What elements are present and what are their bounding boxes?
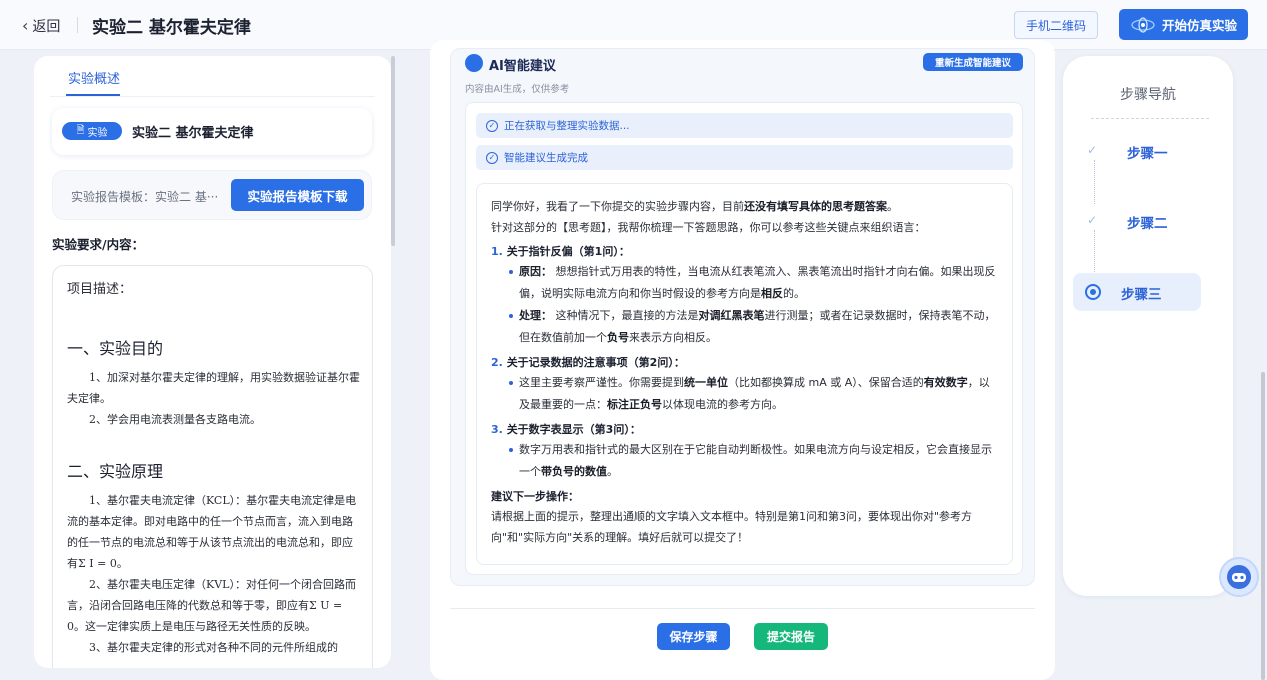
list-item: 处理： 这种情况下，最直接的方法是对调红黑表笔进行测量；或者在记录数据时，保持表… [509, 305, 998, 349]
ai-message: 同学你好，我看了一下你提交的实验步骤内容，目前还没有填写具体的思考题答案。 针对… [476, 183, 1013, 565]
qr-code-button[interactable]: 手机二维码 [1014, 11, 1098, 39]
check-icon: ✓ [1086, 143, 1098, 157]
intro-line: 同学你好，我看了一下你提交的实验步骤内容，目前还没有填写具体的思考题答案。 [491, 200, 898, 213]
ai-subtitle: 内容由AI生成，仅供参考 [465, 84, 570, 95]
intro-line: 针对这部分的【思考题】，我帮你梳理一下答题思路，你可以参考这些关键点来组织语言： [491, 221, 926, 234]
step-item-3[interactable]: 步骤三 [1073, 273, 1201, 311]
submit-report-button[interactable]: 提交报告 [754, 623, 828, 650]
nav-divider [1091, 118, 1209, 119]
page-scrollbar[interactable] [1261, 372, 1265, 680]
next-step-title: 建议下一步操作： [491, 490, 579, 503]
experiment-badge: 🗎 实验 [62, 122, 122, 140]
paragraph: 3、基尔霍夫定律的形式对各种不同的元件所组成的 [89, 641, 338, 654]
save-step-button[interactable]: 保存步骤 [657, 623, 730, 650]
left-scrollbar[interactable] [391, 56, 395, 246]
bullet-list: 原因： 想想指针式万用表的特性，当电流从红表笔流入、黑表笔流出时指针才向右偏。如… [491, 261, 998, 349]
step-item-2[interactable]: ✓ 步骤二 [1073, 202, 1201, 240]
step-label: 步骤一 [1127, 146, 1168, 162]
robot-icon [1227, 565, 1251, 589]
step-label: 步骤二 [1127, 216, 1168, 232]
page-title: 实验二 基尔霍夫定律 [92, 18, 251, 38]
ai-suggestion-box: AI智能建议 内容由AI生成，仅供参考 重新生成智能建议 ✓ 正在获取与整理实验… [450, 48, 1035, 586]
section-heading: 一、实验目的 [67, 339, 164, 358]
step-navigation-panel: 步骤导航 ✓ 步骤一 ✓ 步骤二 步骤三 [1063, 56, 1233, 596]
paragraph: 1、加深对基尔霍夫定律的理解，用实验数据验证基尔霍夫定律。 [67, 371, 360, 405]
footer-divider [450, 608, 1035, 609]
requirements-document: 项目描述： 一、实验目的 1、加深对基尔霍夫定律的理解，用实验数据验证基尔霍夫定… [67, 278, 363, 658]
paragraph: 2、学会用电流表测量各支路电流。 [89, 413, 261, 426]
check-circle-icon: ✓ [486, 151, 498, 164]
download-template-button[interactable]: 实验报告模板下载 [231, 179, 364, 211]
bullet-list: 这里主要考察严谨性。你需要提到统一单位（比如都换算成 mA 或 A）、保留合适的… [491, 372, 998, 416]
next-step-text: 请根据上面的提示，整理出通顺的文字填入文本框中。特别是第1问和第3问，要体现出你… [491, 510, 973, 544]
section-title: 3. 关于数字表显示（第3问）： [491, 423, 641, 436]
header-divider [77, 17, 78, 33]
check-circle-icon: ✓ [486, 119, 498, 132]
experiment-badge-label: 实验 [87, 127, 108, 139]
status-label: 正在获取与整理实验数据... [504, 120, 630, 132]
regenerate-suggestion-button[interactable]: 重新生成智能建议 [923, 53, 1023, 71]
section-title: 2. 关于记录数据的注意事项（第2问）： [491, 356, 685, 369]
start-simulation-label: 开始仿真实验 [1161, 18, 1237, 33]
step-connector [1094, 160, 1095, 204]
chevron-left-icon: ‹ [22, 16, 29, 35]
back-label: 返回 [32, 19, 61, 35]
step-connector [1094, 230, 1095, 272]
step-item-1[interactable]: ✓ 步骤一 [1073, 132, 1201, 170]
tab-divider [50, 96, 375, 97]
paragraph: 2、基尔霍夫电压定律（KVL）：对任何一个闭合回路而言，沿闭合回路电压降的代数总… [67, 578, 356, 633]
experiment-title: 实验二 基尔霍夫定律 [132, 126, 254, 141]
requirements-heading: 实验要求/内容： [52, 237, 145, 252]
step-content-panel: AI智能建议 内容由AI生成，仅供参考 重新生成智能建议 ✓ 正在获取与整理实验… [430, 40, 1055, 680]
ai-title: AI智能建议 [489, 59, 556, 74]
ai-result-container: ✓ 正在获取与整理实验数据... ✓ 智能建议生成完成 同学你好，我看了一下你提… [465, 102, 1023, 575]
experiment-card: 🗎 实验 实验二 基尔霍夫定律 [52, 108, 372, 155]
status-fetching[interactable]: ✓ 正在获取与整理实验数据... [476, 113, 1013, 138]
check-icon: ✓ [1086, 213, 1098, 227]
template-label: 实验报告模板：实验二 基··· [71, 190, 219, 204]
ai-logo-icon [465, 54, 483, 72]
status-complete[interactable]: ✓ 智能建议生成完成 [476, 145, 1013, 170]
project-description-label: 项目描述： [67, 282, 133, 297]
status-label: 智能建议生成完成 [504, 152, 588, 164]
requirements-content[interactable]: 项目描述： 一、实验目的 1、加深对基尔霍夫定律的理解，用实验数据验证基尔霍夫定… [52, 265, 373, 668]
step-navigation-title: 步骤导航 [1120, 87, 1176, 103]
document-icon: 🗎 [76, 124, 85, 136]
list-item: 原因： 想想指针式万用表的特性，当电流从红表笔流入、黑表笔流出时指针才向右偏。如… [509, 261, 998, 305]
start-simulation-button[interactable]: 开始仿真实验 [1119, 9, 1248, 40]
back-button[interactable]: ‹ 返回 [22, 16, 60, 36]
list-item: 这里主要考察严谨性。你需要提到统一单位（比如都换算成 mA 或 A）、保留合适的… [509, 372, 998, 416]
overview-panel: 实验概述 🗎 实验 实验二 基尔霍夫定律 实验报告模板：实验二 基··· 实验报… [34, 56, 391, 668]
step-label: 步骤三 [1121, 287, 1162, 303]
paragraph: 1、基尔霍夫电流定律（KCL）：基尔霍夫电流定律是电流的基本定律。即对电路中的任… [67, 494, 357, 570]
template-card: 实验报告模板：实验二 基··· 实验报告模板下载 [52, 170, 372, 220]
tab-overview[interactable]: 实验概述 [68, 68, 120, 87]
bullet-list: 数字万用表和指针式的最大区别在于它能自动判断极性。如果电流方向与设定相反，它会直… [491, 439, 998, 483]
list-item: 数字万用表和指针式的最大区别在于它能自动判断极性。如果电流方向与设定相反，它会直… [509, 439, 998, 483]
radio-selected-icon [1085, 284, 1101, 300]
ai-assistant-icon[interactable] [1219, 557, 1259, 597]
section-title: 1. 关于指针反偏（第1问）： [491, 245, 630, 258]
section-heading: 二、实验原理 [67, 462, 164, 481]
simulation-icon [1131, 16, 1155, 33]
